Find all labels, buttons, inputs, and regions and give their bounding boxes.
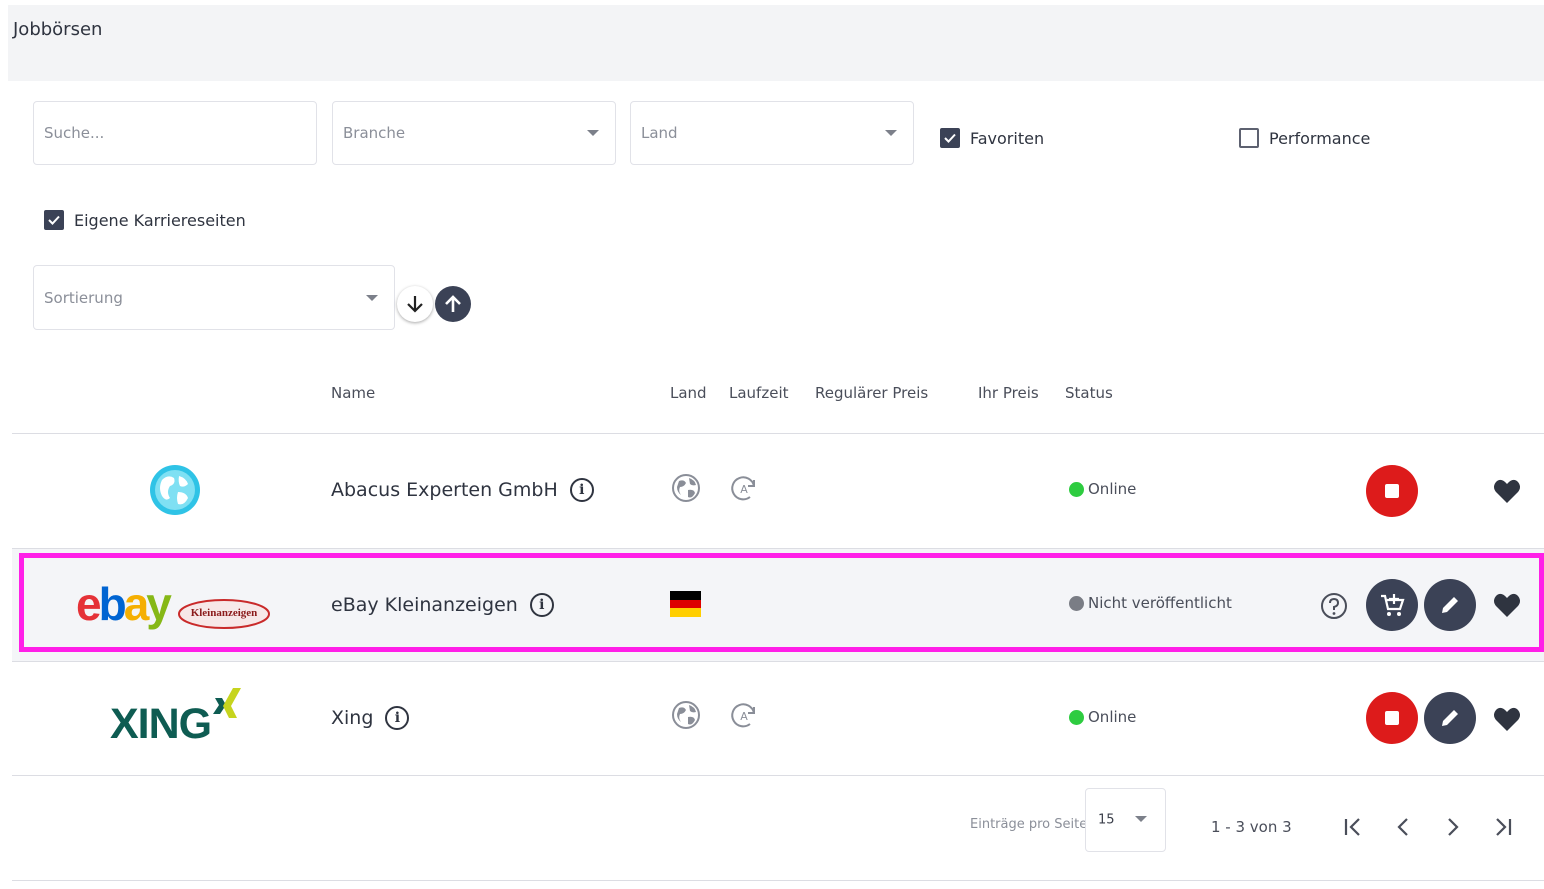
stop-icon	[1385, 711, 1399, 725]
info-icon[interactable]: i	[385, 706, 410, 730]
favoriten-label: Favoriten	[970, 128, 1045, 148]
add-to-cart-button[interactable]	[1366, 579, 1418, 631]
land-placeholder: Land	[641, 124, 678, 142]
column-laufzeit[interactable]: Laufzeit	[729, 384, 789, 402]
arrow-up-icon	[445, 295, 461, 312]
ebay-logo-mark: ebay	[76, 578, 270, 630]
status-badge: Online	[1069, 480, 1136, 498]
sort-ascending-button[interactable]	[435, 286, 471, 322]
globe-logo-icon	[150, 465, 200, 515]
column-regulaerer-preis[interactable]: Regulärer Preis	[815, 384, 928, 402]
next-page-button[interactable]	[1438, 812, 1468, 842]
column-status[interactable]: Status	[1065, 384, 1113, 402]
edit-button[interactable]	[1424, 579, 1476, 631]
column-name[interactable]: Name	[331, 384, 375, 402]
xing-logo: XING	[110, 688, 245, 750]
favorite-heart-icon[interactable]	[1493, 592, 1521, 618]
xing-logo-text: XING	[110, 700, 212, 748]
auto-renew-icon: A	[731, 703, 755, 728]
svg-text:ebay: ebay	[76, 580, 172, 630]
checkbox-checked-icon[interactable]	[44, 210, 64, 230]
chevron-down-icon	[587, 130, 599, 136]
germany-flag-icon	[670, 591, 701, 617]
ebay-logo: ebay Kleinanzeigen	[76, 578, 272, 632]
checkbox-checked-icon[interactable]	[940, 128, 960, 148]
auto-renew-icon: A	[731, 476, 755, 501]
first-page-button[interactable]	[1338, 812, 1368, 842]
favorite-heart-icon[interactable]	[1493, 706, 1521, 732]
jobboerse-name[interactable]: Abacus Experten GmbH	[331, 479, 558, 501]
branche-select[interactable]: Branche	[332, 101, 616, 165]
stop-button[interactable]	[1366, 465, 1418, 517]
column-land[interactable]: Land	[670, 384, 707, 402]
edit-button[interactable]	[1424, 692, 1476, 744]
stop-button[interactable]	[1366, 692, 1418, 744]
row-name: Abacus Experten GmbH i	[331, 478, 594, 502]
jobboerse-name[interactable]: Xing	[331, 707, 373, 729]
help-icon[interactable]	[1320, 592, 1348, 620]
chevron-down-icon	[1135, 816, 1147, 822]
status-dot	[1069, 595, 1084, 611]
performance-label: Performance	[1269, 128, 1371, 148]
per-page-select[interactable]: 15	[1085, 788, 1166, 852]
svg-text:A: A	[740, 483, 748, 496]
row-name: eBay Kleinanzeigen i	[331, 593, 554, 617]
svg-text:A: A	[740, 710, 748, 723]
performance-checkbox[interactable]: Performance	[1239, 128, 1370, 148]
branche-placeholder: Branche	[343, 124, 406, 142]
table-row[interactable]	[12, 433, 1544, 548]
last-page-icon	[1496, 818, 1512, 836]
page-header: Jobbörsen	[8, 5, 1544, 81]
chevron-down-icon	[885, 130, 897, 136]
status-text: Online	[1088, 480, 1137, 498]
status-badge: Online	[1069, 708, 1136, 726]
per-page-label: Einträge pro Seite	[970, 817, 1088, 832]
pencil-icon	[1442, 710, 1458, 726]
pagination-range: 1 - 3 von 3	[1211, 818, 1292, 836]
status-dot	[1069, 709, 1084, 725]
status-badge: Nicht veröffentlicht	[1069, 594, 1232, 612]
stop-icon	[1385, 484, 1399, 498]
pencil-icon	[1442, 597, 1458, 613]
sort-select[interactable]: Sortierung	[33, 265, 395, 330]
status-text: Nicht veröffentlicht	[1088, 594, 1232, 612]
info-icon[interactable]: i	[529, 593, 554, 617]
previous-page-button[interactable]	[1388, 812, 1418, 842]
favoriten-checkbox[interactable]: Favoriten	[940, 128, 1044, 148]
search-field[interactable]	[33, 101, 317, 165]
chevron-left-icon	[1397, 818, 1408, 836]
sort-descending-button[interactable]	[397, 286, 433, 322]
add-to-cart-icon	[1381, 594, 1405, 616]
last-page-button[interactable]	[1488, 812, 1518, 842]
chevron-down-icon	[366, 294, 378, 301]
eigene-karriereseiten-checkbox[interactable]: Eigene Karriereseiten	[44, 210, 246, 230]
chevron-right-icon	[1448, 818, 1459, 836]
per-page-value: 15	[1098, 812, 1115, 828]
info-icon[interactable]: i	[569, 478, 594, 502]
ebay-logo-badge: Kleinanzeigen	[190, 607, 258, 619]
globe-icon	[672, 474, 700, 502]
favorite-heart-icon[interactable]	[1493, 478, 1521, 504]
checkbox-unchecked-icon[interactable]	[1239, 128, 1259, 148]
status-dot	[1069, 481, 1084, 497]
globe-icon	[672, 701, 700, 729]
status-text: Online	[1088, 708, 1137, 726]
row-name: Xing i	[331, 706, 410, 730]
eigene-label: Eigene Karriereseiten	[74, 210, 246, 230]
column-ihr-preis[interactable]: Ihr Preis	[978, 384, 1039, 402]
arrow-down-icon	[407, 296, 423, 313]
sort-placeholder: Sortierung	[44, 288, 123, 307]
table-bottom-divider	[12, 775, 1544, 776]
jobboerse-name[interactable]: eBay Kleinanzeigen	[331, 594, 518, 616]
xing-x-mark	[213, 688, 241, 718]
page-title: Jobbörsen	[13, 19, 103, 40]
search-input[interactable]	[34, 102, 316, 164]
first-page-icon	[1344, 818, 1360, 836]
land-select[interactable]: Land	[630, 101, 914, 165]
